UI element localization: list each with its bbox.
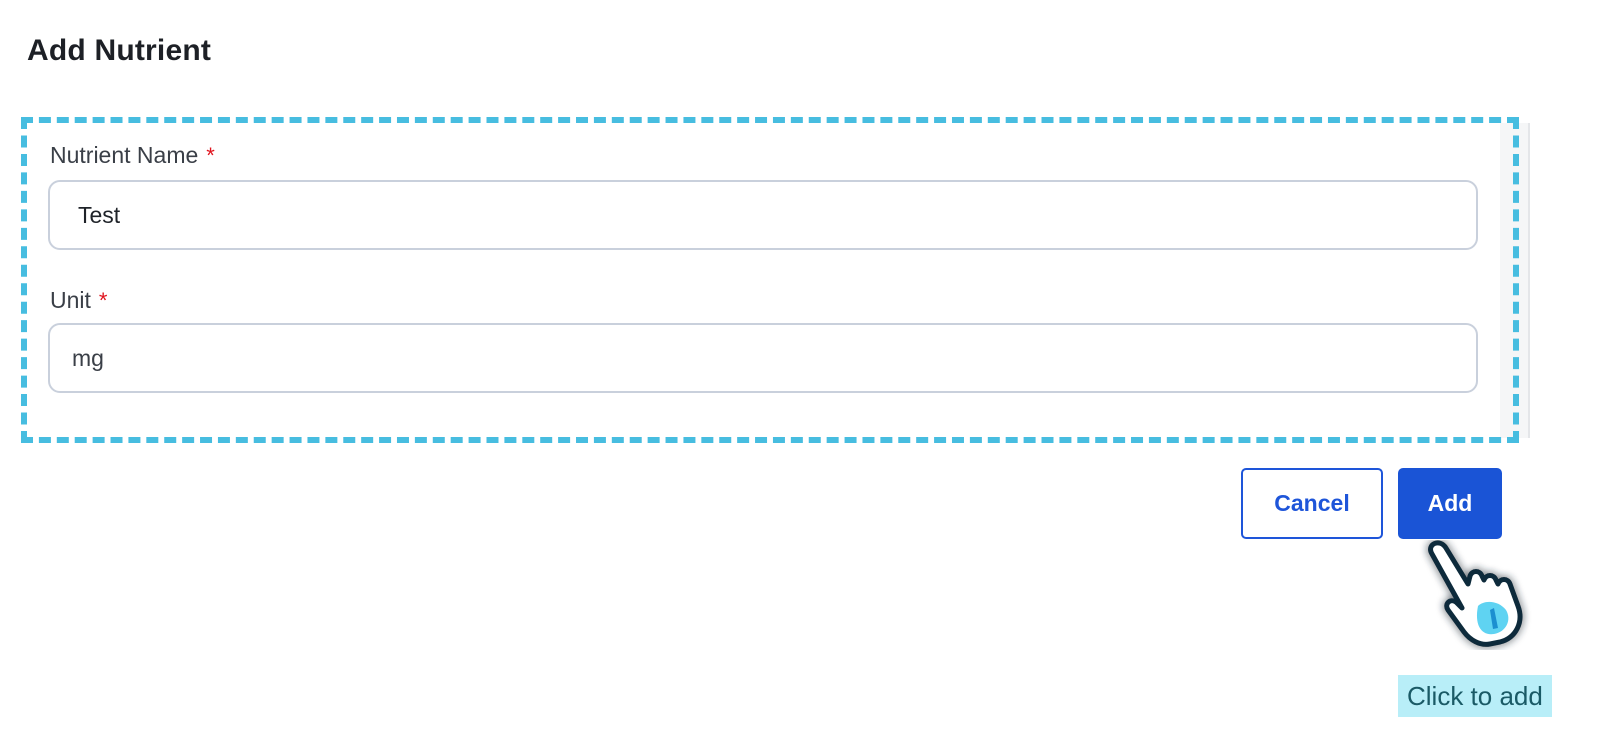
unit-input[interactable] (48, 323, 1478, 393)
add-nutrient-dialog: Add Nutrient Nutrient Name * Unit * Cancel… (0, 0, 1599, 731)
required-asterisk: * (206, 143, 215, 168)
add-button[interactable]: Add (1398, 468, 1502, 539)
highlight-box (21, 117, 1519, 443)
cancel-button[interactable]: Cancel (1241, 468, 1383, 539)
hand-pointer-icon (1428, 540, 1523, 647)
tooltip-click-to-add: Click to add (1398, 675, 1552, 717)
required-asterisk: * (98, 288, 108, 313)
nutrient-name-label-text: Nutrient Name (50, 142, 199, 168)
unit-label: Unit * (50, 287, 107, 314)
nutrient-name-input[interactable] (48, 180, 1478, 250)
nutrient-name-label: Nutrient Name * (50, 142, 215, 169)
dialog-title: Add Nutrient (27, 34, 212, 67)
unit-label-text: Unit (50, 287, 91, 313)
